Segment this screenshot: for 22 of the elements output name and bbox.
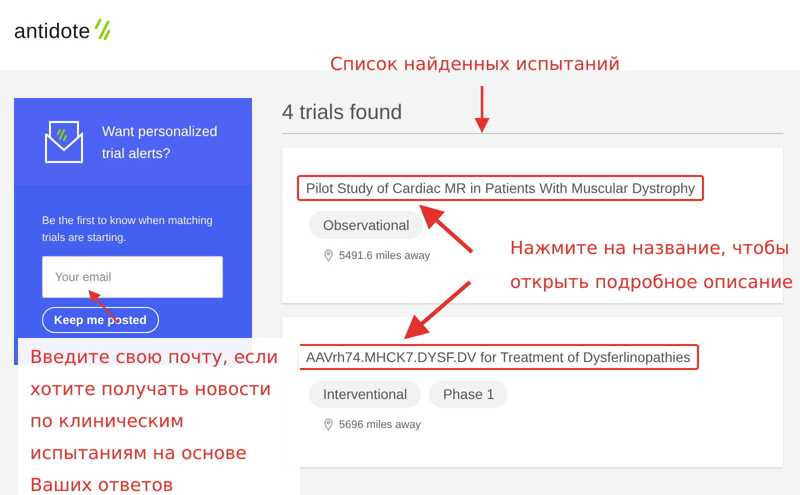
location-pin-icon (324, 418, 333, 431)
email-input[interactable]: Your email (42, 256, 223, 298)
results-heading: 4 trials found (282, 98, 783, 134)
trial-title-link[interactable]: Pilot Study of Cardiac MR in Patients With Muscular Dystrophy (297, 175, 704, 201)
logo-slashes-icon (94, 18, 110, 40)
annotation-note: Нажмите на название, чтобы открыть подробное описание (510, 237, 794, 295)
trial-tag: Observational (309, 211, 424, 239)
annotation-arrow (404, 280, 472, 340)
annotation-note: Список найденных испытаний (330, 54, 620, 75)
logo-text[interactable]: antidote (14, 20, 90, 44)
trial-tag: Interventional (309, 380, 422, 408)
annotation-arrow (474, 86, 490, 133)
trial-tag: Phase 1 (429, 380, 508, 408)
trial-distance: 5491.6 miles away (339, 250, 430, 262)
trial-title-link[interactable]: AAVrh74.MHCK7.DYSF.DV for Treatment of Dysferlinopathies (297, 344, 700, 370)
trial-distance: 5696 miles away (339, 418, 421, 430)
alerts-title: Want personalized trial alerts? (102, 122, 218, 162)
envelope-icon (42, 120, 86, 164)
annotation-arrow (419, 204, 474, 254)
location-pin-icon (324, 249, 333, 262)
annotation-note: Введите свою почту, если хотите получать новости по клиническим испытаниям на основе Ваших ответов (18, 338, 300, 495)
alerts-description: Be the first to know when matching trials are starting. (42, 214, 214, 246)
